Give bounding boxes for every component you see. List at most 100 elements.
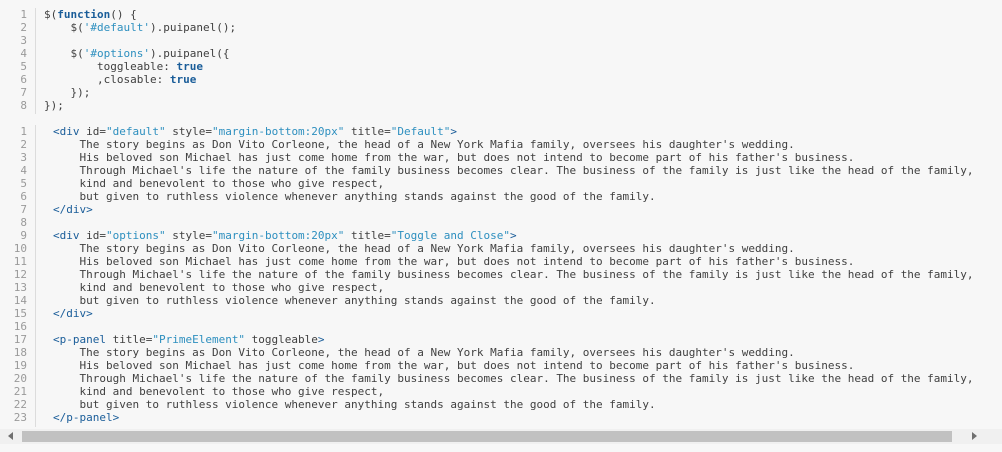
code-token: but given to ruthless violence whenever … (53, 398, 656, 411)
code-text: <div id="default" style="margin-bottom:2… (53, 125, 457, 138)
code-token: "margin-bottom:20px" (211, 229, 345, 242)
code-token: id= (79, 125, 106, 138)
code-token: The story begins as Don Vito Corleone, t… (53, 346, 795, 359)
code-token: }); (44, 99, 64, 112)
gutter-separator (35, 8, 36, 114)
line-number: 20 (13, 372, 27, 385)
code-text: }); (44, 99, 64, 112)
code-token: kind and benevolent to those who give re… (53, 385, 385, 398)
line-number: 2 (20, 21, 27, 34)
line-number: 22 (13, 398, 27, 411)
horizontal-scrollbar[interactable] (0, 429, 1002, 444)
line-number: 1 (20, 125, 27, 138)
line-number: 18 (13, 346, 27, 359)
code-token: true (176, 60, 203, 73)
code-token: "margin-bottom:20px" (211, 125, 345, 138)
code-token: The story begins as Don Vito Corleone, t… (53, 138, 795, 151)
code-token: "options" (106, 229, 166, 242)
code-token: toggleable (245, 333, 318, 346)
code-token: $( (44, 8, 58, 21)
code-token: '#default' (83, 21, 150, 34)
code-text: Through Michael's life the nature of the… (53, 268, 973, 281)
code-token: </div> (53, 307, 93, 320)
code-token: () { (110, 8, 137, 21)
code-text: The story begins as Don Vito Corleone, t… (53, 346, 795, 359)
line-number: 8 (20, 99, 27, 112)
code-text: His beloved son Michael has just come ho… (53, 255, 854, 268)
code-token: ).puipanel(); (149, 21, 237, 34)
line-number: 19 (13, 359, 27, 372)
code-text: $('#default').puipanel(); (44, 21, 236, 34)
code-token: toggleable: (44, 60, 177, 73)
line-number: 4 (20, 164, 27, 177)
code-token: $( (44, 47, 84, 60)
line-number: 7 (20, 86, 27, 99)
code-token: > (450, 125, 458, 138)
code-text: but given to ruthless violence whenever … (53, 398, 656, 411)
line-number: 8 (20, 216, 27, 229)
code-token: "Toggle and Close" (390, 229, 510, 242)
code-text: </div> (53, 307, 93, 320)
code-token: "default" (106, 125, 166, 138)
line-number: 9 (20, 229, 27, 242)
code-token: but given to ruthless violence whenever … (53, 190, 656, 203)
code-token: $( (44, 21, 84, 34)
code-token: ,closable: (44, 73, 170, 86)
gutter-separator (35, 125, 36, 427)
code-text: $(function() { (44, 8, 137, 21)
code-text: toggleable: true (44, 60, 203, 73)
line-number: 13 (13, 281, 27, 294)
line-number: 3 (20, 151, 27, 164)
code-token: style= (165, 229, 212, 242)
code-token: "PrimeElement" (152, 333, 246, 346)
code-token: <p-panel (53, 333, 106, 346)
code-token: '#options' (83, 47, 150, 60)
code-token: true (169, 73, 197, 86)
line-number: 1 (20, 8, 27, 21)
code-token: title= (344, 125, 391, 138)
code-token: </div> (53, 203, 93, 216)
line-number: 5 (20, 60, 27, 73)
code-text: $('#options').puipanel({ (44, 47, 229, 60)
line-number: 17 (13, 333, 27, 346)
code-token: id= (79, 229, 106, 242)
line-number: 12 (13, 268, 27, 281)
line-number: 21 (13, 385, 27, 398)
code-text: Through Michael's life the nature of the… (53, 372, 973, 385)
line-number: 15 (13, 307, 27, 320)
code-text: </p-panel> (53, 411, 119, 424)
scroll-left-icon[interactable] (8, 432, 13, 440)
code-token: but given to ruthless violence whenever … (53, 294, 656, 307)
code-text: ,closable: true (44, 73, 196, 86)
html-code-block: 1 <div id="default" style="margin-bottom:… (0, 125, 1002, 452)
code-token: Through Michael's life the nature of the… (53, 164, 974, 177)
code-token: kind and benevolent to those who give re… (53, 281, 385, 294)
code-token: </p-panel> (53, 411, 120, 424)
code-text: <div id="options" style="margin-bottom:2… (53, 229, 517, 242)
code-token: kind and benevolent to those who give re… (53, 177, 385, 190)
line-number: 14 (13, 294, 27, 307)
code-token: title= (105, 333, 153, 346)
code-token: style= (165, 125, 212, 138)
code-text: Through Michael's life the nature of the… (53, 164, 974, 177)
code-text: The story begins as Don Vito Corleone, t… (53, 242, 795, 255)
code-token: His beloved son Michael has just come ho… (53, 255, 855, 268)
code-token: The story begins as Don Vito Corleone, t… (53, 242, 795, 255)
line-number: 5 (20, 177, 27, 190)
line-number: 16 (13, 320, 27, 333)
line-number: 2 (20, 138, 27, 151)
code-token: "Default" (390, 125, 451, 138)
code-text: kind and benevolent to those who give re… (53, 177, 384, 190)
line-number: 4 (20, 47, 27, 60)
code-text: kind and benevolent to those who give re… (53, 385, 384, 398)
line-number: 23 (13, 411, 27, 424)
code-text: but given to ruthless violence whenever … (53, 294, 656, 307)
scrollbar-thumb[interactable] (22, 431, 952, 442)
code-token: > (510, 229, 517, 242)
javascript-code-block: 1 $(function() {2 $('#default').puipanel(… (0, 8, 1002, 120)
code-text: His beloved son Michael has just come ho… (53, 359, 854, 372)
code-text: but given to ruthless violence whenever … (53, 190, 656, 203)
code-text: kind and benevolent to those who give re… (53, 281, 384, 294)
code-token: <div (53, 229, 80, 242)
scroll-right-icon[interactable] (972, 432, 977, 440)
